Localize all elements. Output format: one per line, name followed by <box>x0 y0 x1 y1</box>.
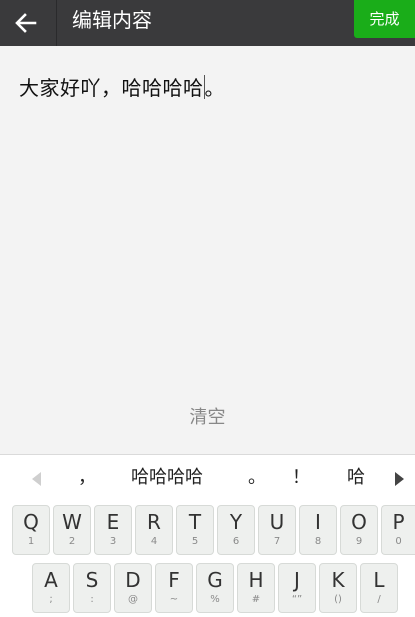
key-d[interactable]: D @ <box>114 563 152 613</box>
key-j[interactable]: J “” <box>278 563 316 613</box>
key-u[interactable]: U7 <box>258 505 296 555</box>
candidate-item[interactable]: 。 <box>248 455 266 501</box>
top-bar: 编辑内容 完成 <box>0 0 415 46</box>
key-s[interactable]: S: <box>73 563 111 613</box>
keyboard: Q1 W2 E3 R4 T5 Y6 U7 I8 O9 P0 A; S: D @ F… <box>0 501 415 617</box>
done-button[interactable]: 完成 <box>354 0 415 38</box>
candidate-item[interactable]: ， <box>78 455 96 501</box>
key-r[interactable]: R4 <box>135 505 173 555</box>
key-a[interactable]: A; <box>32 563 70 613</box>
header-separator <box>56 0 57 46</box>
key-h[interactable]: H # <box>237 563 275 613</box>
candidate-bar: ， 哈哈哈哈 。 ！ 哈 <box>0 455 415 501</box>
candidate-item[interactable]: 哈哈哈哈 <box>131 455 203 501</box>
key-t[interactable]: T5 <box>176 505 214 555</box>
key-g[interactable]: G% <box>196 563 234 613</box>
key-w[interactable]: W2 <box>53 505 91 555</box>
key-y[interactable]: Y6 <box>217 505 255 555</box>
editor-text-before-cursor: 大家好吖，哈哈哈哈 <box>19 76 204 100</box>
back-arrow-icon <box>15 13 37 33</box>
key-o[interactable]: O9 <box>340 505 378 555</box>
editor-text[interactable]: 大家好吖，哈哈哈哈。 <box>19 72 225 101</box>
editor-text-after-cursor: 。 <box>204 76 225 100</box>
key-i[interactable]: I8 <box>299 505 337 555</box>
key-p[interactable]: P0 <box>381 505 415 555</box>
candidate-item[interactable]: ！ <box>292 455 310 501</box>
candidates-next-arrow-icon[interactable] <box>395 472 404 486</box>
key-e[interactable]: E3 <box>94 505 132 555</box>
candidate-item[interactable]: 哈 <box>347 455 365 501</box>
back-button[interactable] <box>8 5 44 41</box>
clear-button[interactable]: 清空 <box>0 403 415 429</box>
candidates-prev-arrow-icon[interactable] <box>32 472 41 486</box>
key-l[interactable]: L / <box>360 563 398 613</box>
page-title: 编辑内容 <box>72 8 152 32</box>
content-editor[interactable]: 大家好吖，哈哈哈哈。 清空 <box>0 46 415 454</box>
key-k[interactable]: K() <box>319 563 357 613</box>
key-q[interactable]: Q1 <box>12 505 50 555</box>
key-f[interactable]: F ~ <box>155 563 193 613</box>
